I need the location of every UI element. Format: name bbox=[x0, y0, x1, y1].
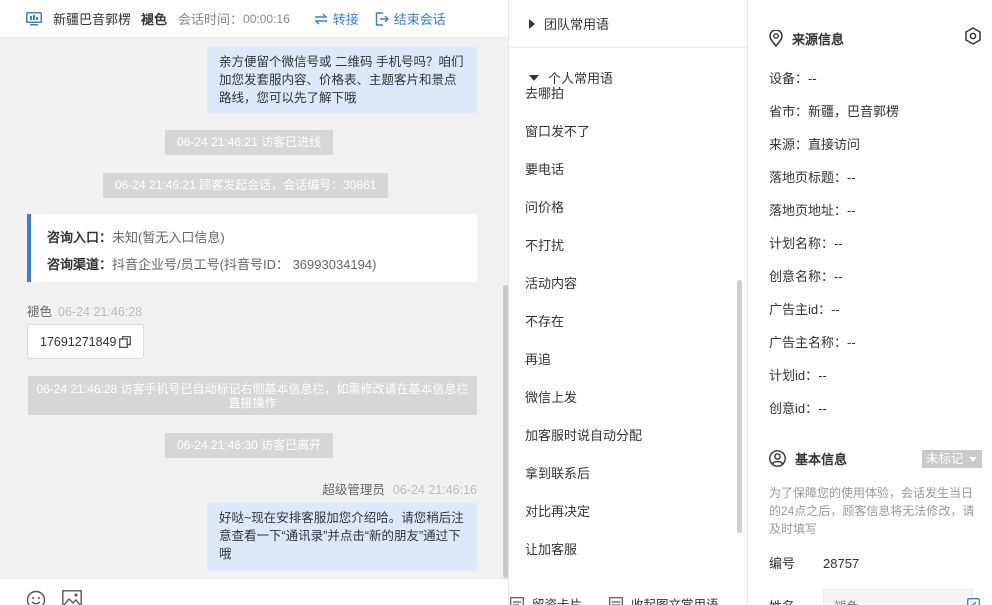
chat-header: 新疆巴音郭楞 褪色 会话时间： 00:00:16 转接 结束会话 bbox=[0, 0, 508, 38]
phrase-item[interactable]: 加客服时说自动分配 bbox=[525, 425, 642, 444]
monitor-icon bbox=[26, 11, 42, 25]
visitor-message-time: 06-24 21:46:28 bbox=[58, 305, 143, 319]
phrase-item[interactable]: 要电话 bbox=[525, 159, 564, 178]
source-field-landing-title: 落地页标题：-- bbox=[769, 170, 856, 185]
visitor-phone-number: 17691271849 bbox=[40, 334, 117, 349]
customer-name-field[interactable]: 褪色 bbox=[823, 589, 980, 605]
phrase-item[interactable]: 不存在 bbox=[525, 311, 564, 330]
phrase-item[interactable]: 窗口发不了 bbox=[525, 121, 590, 140]
team-phrases-group[interactable]: 团队常用语 bbox=[529, 14, 609, 33]
user-icon bbox=[769, 450, 786, 467]
phrase-item[interactable]: 不打扰 bbox=[525, 235, 564, 254]
collapse-phrases-label: 收起图文常用语 bbox=[631, 598, 719, 605]
transfer-icon bbox=[314, 13, 328, 24]
source-field-plan-id: 计划id：-- bbox=[769, 368, 827, 383]
visitor-location: 新疆巴音郭楞 bbox=[53, 12, 132, 27]
tag-status-label: 未标记 bbox=[926, 452, 964, 466]
visitor-message-meta: 褪色 06-24 21:46:28 bbox=[27, 301, 142, 320]
source-field-region: 省市：新疆，巴音郭楞 bbox=[769, 104, 900, 119]
phrase-item[interactable]: 微信上发 bbox=[525, 387, 577, 406]
basic-info-title: 基本信息 bbox=[769, 449, 847, 468]
copy-icon[interactable] bbox=[119, 335, 132, 348]
transfer-button[interactable]: 转接 bbox=[314, 9, 359, 28]
visitor-sender-name: 褪色 bbox=[27, 305, 53, 319]
admin-message-time: 06-24 21:46:16 bbox=[392, 483, 477, 497]
source-info-label: 来源信息 bbox=[792, 32, 845, 47]
edit-icon[interactable] bbox=[967, 598, 980, 605]
image-icon[interactable] bbox=[62, 590, 82, 605]
source-field-creative-id: 创意id：-- bbox=[769, 401, 827, 416]
phrase-item[interactable]: 对比再决定 bbox=[525, 501, 590, 520]
lead-card-button[interactable]: 留资卡片 bbox=[510, 594, 582, 605]
consult-channel-row: 咨询渠道：抖音企业号/员工号(抖音号ID： 36993034194) bbox=[47, 251, 477, 278]
chat-panel: 新疆巴音郭楞 褪色 会话时间： 00:00:16 转接 结束会话 亲方便留个微信… bbox=[0, 0, 509, 605]
phrases-scrollbar[interactable] bbox=[737, 280, 742, 533]
session-time-label: 会话时间： bbox=[178, 12, 244, 27]
end-session-button[interactable]: 结束会话 bbox=[375, 9, 446, 28]
tag-status-dropdown[interactable]: 未标记 bbox=[922, 450, 982, 468]
source-field-landing-url: 落地页地址：-- bbox=[769, 203, 856, 218]
triangle-down-icon bbox=[529, 74, 539, 81]
system-message: 06-24 21:46:28 访客手机号已自动标记右侧基本信息栏，如需修改请在基… bbox=[28, 376, 477, 415]
chat-input-toolbar bbox=[0, 578, 508, 605]
basic-info-label: 基本信息 bbox=[795, 452, 848, 467]
customer-info-panel: 来源信息 设备：-- 省市：新疆，巴音郭楞 来源：直接访问 落地页标题：-- 落… bbox=[749, 0, 992, 605]
system-message: 06-24 21:46:30 访客已离开 bbox=[165, 433, 334, 458]
source-field-advertiser-id: 广告主id：-- bbox=[769, 302, 840, 317]
source-field-advertiser-name: 广告主名称：-- bbox=[769, 335, 856, 350]
divider bbox=[509, 47, 747, 48]
emoji-icon[interactable] bbox=[26, 590, 46, 605]
lead-card-label: 留资卡片 bbox=[532, 598, 583, 605]
phrases-footer: 留资卡片 收起图文常用语 bbox=[509, 585, 747, 605]
consult-entry-row: 咨询入口：未知(暂无入口信息) bbox=[47, 224, 477, 251]
agent-message-bubble: 亲方便留个微信号或 二维码 手机号吗？咱们加您发套服内容、价格表、主题客片和景点… bbox=[207, 47, 477, 113]
chat-scrollbar[interactable] bbox=[503, 285, 508, 578]
customer-id-value: 28757 bbox=[823, 556, 860, 571]
transfer-label: 转接 bbox=[332, 12, 359, 27]
source-field-device: 设备：-- bbox=[769, 71, 817, 86]
system-message: 06-24 21:46:21 访客已进线 bbox=[165, 130, 334, 155]
card-icon bbox=[510, 596, 524, 605]
source-field-creative-name: 创意名称：-- bbox=[769, 269, 843, 284]
phrase-item[interactable]: 让加客服 bbox=[525, 539, 577, 558]
customer-id-label: 编号 bbox=[769, 556, 796, 571]
admin-message-meta: 超级管理员 06-24 21:46:16 bbox=[322, 479, 477, 498]
location-icon bbox=[769, 30, 783, 47]
phrase-item[interactable]: 去哪拍 bbox=[525, 83, 564, 102]
source-field-source: 来源：直接访问 bbox=[769, 137, 861, 152]
system-message: 06-24 21:46:21 顾客发起会话，会话编号：30861 bbox=[103, 173, 389, 198]
phrase-item[interactable]: 活动内容 bbox=[525, 273, 577, 292]
customer-name-label: 姓名 bbox=[769, 596, 795, 605]
source-field-plan-name: 计划名称：-- bbox=[769, 236, 843, 251]
consult-channel-value: 抖音企业号/员工号(抖音号ID： 36993034194) bbox=[112, 257, 377, 272]
chevron-down-icon bbox=[969, 457, 977, 463]
admin-sender-name: 超级管理员 bbox=[322, 483, 385, 497]
agent-message-bubble: 好哒~现在安排客服加您介绍哈。请您稍后注意查看一下“通讯录”并点击“新的朋友”通… bbox=[207, 503, 477, 571]
end-session-label: 结束会话 bbox=[393, 12, 446, 27]
source-info-title: 来源信息 bbox=[769, 29, 844, 48]
edit-deadline-notice: 为了保障您的使用体验，会话发生当日的24点之后，顾客信息将无法修改，请及时填写 bbox=[769, 486, 975, 536]
triangle-right-icon bbox=[529, 18, 535, 29]
visitor-name: 褪色 bbox=[141, 12, 168, 27]
collapse-phrases-button[interactable]: 收起图文常用语 bbox=[609, 594, 719, 605]
phrase-item[interactable]: 拿到联系后 bbox=[525, 463, 590, 482]
quick-phrases-panel: 团队常用语 个人常用语 去哪拍 窗口发不了 要电话 问价格 不打扰 活动内容 不… bbox=[509, 0, 748, 605]
settings-icon[interactable] bbox=[964, 27, 982, 45]
phrase-item[interactable]: 问价格 bbox=[525, 197, 564, 216]
session-time-value: 00:00:16 bbox=[243, 11, 290, 26]
customer-name-value: 褪色 bbox=[834, 600, 859, 605]
team-phrases-label: 团队常用语 bbox=[544, 17, 610, 32]
consult-entry-label: 咨询入口： bbox=[47, 230, 113, 245]
visitor-phone-message[interactable]: 17691271849 bbox=[27, 324, 144, 359]
consult-entry-value: 未知(暂无入口信息) bbox=[112, 230, 225, 245]
consult-channel-label: 咨询渠道： bbox=[47, 257, 113, 272]
message-list[interactable]: 亲方便留个微信号或 二维码 手机号吗？咱们加您发套服内容、价格表、主题客片和景点… bbox=[0, 39, 508, 578]
customer-id-row: 编号 28757 bbox=[769, 553, 859, 572]
consult-info-card: 咨询入口：未知(暂无入口信息) 咨询渠道：抖音企业号/员工号(抖音号ID： 36… bbox=[27, 214, 477, 282]
collapse-icon bbox=[609, 596, 623, 605]
phrase-item[interactable]: 再追 bbox=[525, 349, 551, 368]
exit-icon bbox=[375, 11, 389, 26]
